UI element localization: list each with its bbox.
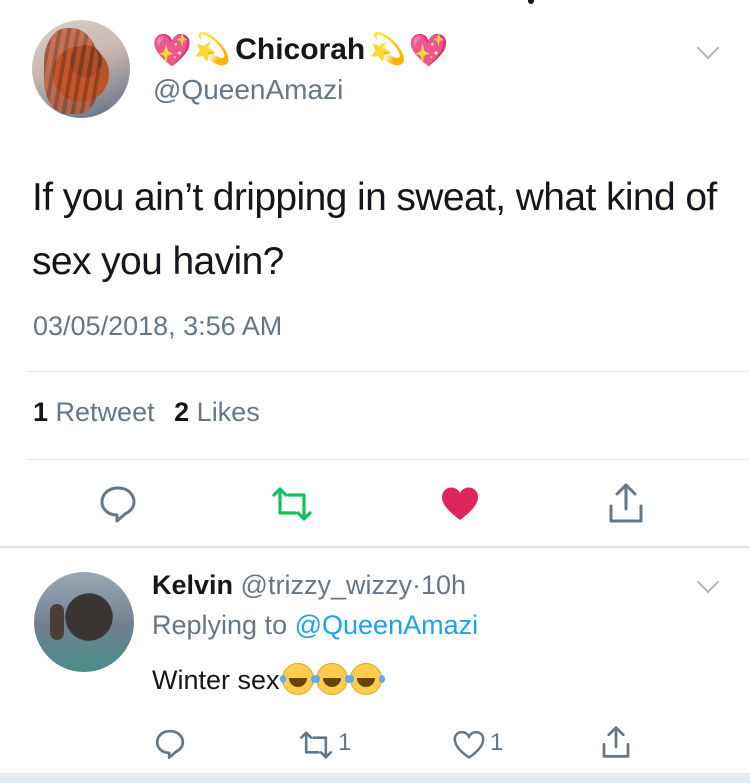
retweet-count: 1 <box>33 397 49 427</box>
reply-text-body: Winter sex <box>152 665 280 695</box>
retweet-label: Retweet <box>55 397 155 427</box>
handle[interactable]: @trizzy_wizzy <box>241 570 412 600</box>
reply-actions: 1 1 <box>0 724 750 764</box>
tweet-actions <box>0 482 750 526</box>
reply-tweet[interactable]: Kelvin @trizzy_wizzy·10h Replying to @Qu… <box>0 548 750 783</box>
likes-stat[interactable]: 2 Likes <box>174 397 260 427</box>
face-with-tears-of-joy-icon <box>313 663 348 695</box>
reply-icon[interactable] <box>98 484 138 524</box>
reply-retweet-count: 1 <box>338 729 352 756</box>
display-name-row[interactable]: 💖 💫 Chicorah 💫 💖 <box>152 30 448 70</box>
handle[interactable]: @QueenAmazi <box>153 74 343 106</box>
chevron-down-icon[interactable] <box>696 36 720 60</box>
divider <box>27 459 750 460</box>
retweet-stat[interactable]: 1 Retweet <box>33 397 155 427</box>
retweet-icon[interactable] <box>298 730 334 760</box>
retweet-icon[interactable] <box>270 486 314 522</box>
dizzy-icon: 💫 <box>193 33 232 66</box>
face-with-tears-of-joy-icon <box>347 663 382 695</box>
sparkling-heart-icon: 💖 <box>408 32 449 68</box>
reply-icon[interactable] <box>154 728 186 760</box>
main-tweet: 💖 💫 Chicorah 💫 💖 @QueenAmazi If you ain’… <box>0 0 750 547</box>
sparkling-heart-icon: 💖 <box>152 32 192 68</box>
like-count: 2 <box>174 397 190 427</box>
reply-text: Winter sex <box>152 663 382 696</box>
reply-header: Kelvin @trizzy_wizzy·10h <box>152 570 466 601</box>
face-with-tears-of-joy-icon <box>279 663 314 695</box>
separator-dot: · <box>411 570 421 600</box>
share-icon[interactable] <box>606 482 646 524</box>
avatar[interactable] <box>32 20 130 118</box>
timestamp[interactable]: 03/05/2018, 3:56 AM <box>33 311 282 342</box>
share-icon[interactable] <box>600 724 632 760</box>
display-name: Chicorah <box>235 33 366 66</box>
replying-to: Replying to @QueenAmazi <box>152 610 478 641</box>
like-heart-icon[interactable] <box>440 486 480 522</box>
like-heart-icon[interactable] <box>452 730 486 760</box>
chevron-down-icon[interactable] <box>696 570 720 594</box>
tweet-text: If you ain’t dripping in sweat, what kin… <box>32 176 717 283</box>
avatar[interactable] <box>34 572 134 672</box>
reply-like-count: 1 <box>490 729 504 756</box>
replying-to-link[interactable]: @QueenAmazi <box>295 610 479 640</box>
likes-label: Likes <box>196 397 260 427</box>
replying-label: Replying to <box>152 610 288 640</box>
display-name[interactable]: Kelvin <box>152 570 233 600</box>
bottom-bar <box>0 773 750 783</box>
relative-time[interactable]: 10h <box>421 570 466 600</box>
engagement-stats: 1 Retweet 2 Likes <box>33 397 260 428</box>
dizzy-icon: 💫 <box>369 33 407 66</box>
divider <box>27 371 750 372</box>
